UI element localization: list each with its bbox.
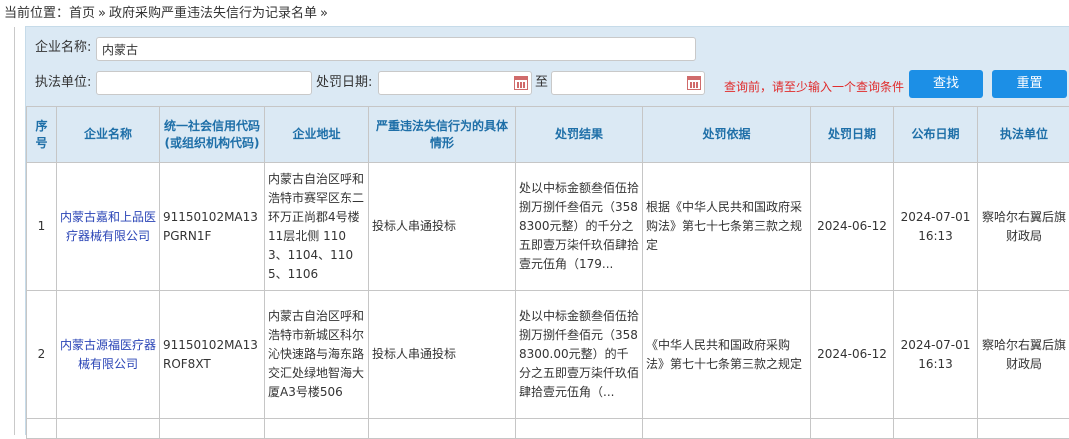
penalty-date: 2024-06-12: [811, 163, 894, 291]
date-to-label: 至: [535, 73, 548, 93]
date-from-input[interactable]: [378, 71, 532, 95]
row-index: 2: [27, 291, 57, 419]
table-header-row: 序号 企业名称 统一社会信用代码(或组织机构代码) 企业地址 严重违法失信行为的…: [27, 107, 1069, 163]
breadcrumb-prefix: 当前位置：: [4, 6, 69, 21]
company-link[interactable]: 内蒙古嘉和上品医疗器械有限公司: [57, 163, 160, 291]
table-row: 1 内蒙古嘉和上品医疗器械有限公司 91150102MA13PGRN1F 内蒙古…: [27, 163, 1069, 291]
agency-input[interactable]: [96, 71, 312, 95]
company-address: 内蒙古自治区呼和浩特市赛罕区东二环万正尚郡4号楼11层北侧 1103、1104、…: [265, 163, 369, 291]
agency-label: 执法单位:: [35, 73, 91, 93]
breadcrumb-trail-separator: »: [320, 6, 328, 21]
header-index: 序号: [27, 107, 57, 163]
breadcrumb-separator: »: [98, 6, 106, 21]
query-hint: 查询前，请至少输入一个查询条件: [724, 79, 904, 95]
company-name-label: 企业名称:: [35, 38, 91, 58]
header-publish-date: 公布日期: [894, 107, 978, 163]
credit-code: 91150102MA13PGRN1F: [160, 163, 265, 291]
company-address: 内蒙古自治区呼和浩特市新城区科尔沁快速路与海东路交汇处绿地智海大厦A3号楼506: [265, 291, 369, 419]
calendar-icon[interactable]: [514, 76, 528, 90]
enforcement-agency: 察哈尔右翼后旗财政局: [978, 163, 1069, 291]
publish-date: 2024-07-01 16:13: [894, 291, 978, 419]
left-divider: [14, 27, 15, 435]
enforcement-agency: 察哈尔右翼后旗财政局: [978, 291, 1069, 419]
search-button[interactable]: 查找: [909, 70, 983, 98]
penalty-result: 处以中标金额叁佰伍拾捌万捌仟叁佰元（3588300元整）的千分之五即壹万柒仟玖佰…: [516, 163, 643, 291]
reset-button[interactable]: 重置: [992, 70, 1067, 98]
header-behavior: 严重违法失信行为的具体情形: [369, 107, 516, 163]
row-index: 1: [27, 163, 57, 291]
header-credit-code: 统一社会信用代码(或组织机构代码): [160, 107, 265, 163]
company-name-input[interactable]: [96, 37, 696, 61]
breadcrumb-home-link[interactable]: 首页: [69, 6, 95, 21]
behavior: 投标人串通投标: [369, 163, 516, 291]
header-basis: 处罚依据: [643, 107, 811, 163]
header-penalty-date: 处罚日期: [811, 107, 894, 163]
header-agency: 执法单位: [978, 107, 1069, 163]
penalty-basis: 《中华人民共和国政府采购法》第七十七条第三款之规定: [643, 291, 811, 419]
company-link[interactable]: 内蒙古源福医疗器械有限公司: [57, 291, 160, 419]
table-row: 2 内蒙古源福医疗器械有限公司 91150102MA13ROF8XT 内蒙古自治…: [27, 291, 1069, 419]
publish-date: 2024-07-01 16:13: [894, 163, 978, 291]
behavior: 投标人串通投标: [369, 291, 516, 419]
breadcrumb-current-link[interactable]: 政府采购严重违法失信行为记录名单: [109, 6, 317, 21]
date-to-input[interactable]: [551, 71, 705, 95]
header-company: 企业名称: [57, 107, 160, 163]
penalty-date-label: 处罚日期:: [316, 73, 372, 93]
calendar-icon[interactable]: [687, 76, 701, 90]
search-panel: 企业名称: 执法单位: 处罚日期: 至 查询前，请至少输入一个查询条件 查找 重…: [26, 27, 1069, 106]
penalty-basis: 根据《中华人民共和国政府采购法》第七十七条第三款之规定: [643, 163, 811, 291]
penalty-result: 处以中标金额叁佰伍拾捌万捌仟叁佰元（3588300.00元整）的千分之五即壹万柒…: [516, 291, 643, 419]
header-result: 处罚结果: [516, 107, 643, 163]
table-row-partial: [27, 419, 1069, 439]
content-panel: 企业名称: 执法单位: 处罚日期: 至 查询前，请至少输入一个查询条件 查找 重…: [25, 26, 1069, 435]
penalty-date: 2024-06-12: [811, 291, 894, 419]
breadcrumb: 当前位置：首页»政府采购严重违法失信行为记录名单»: [4, 5, 331, 23]
header-address: 企业地址: [265, 107, 369, 163]
credit-code: 91150102MA13ROF8XT: [160, 291, 265, 419]
result-table: 序号 企业名称 统一社会信用代码(或组织机构代码) 企业地址 严重违法失信行为的…: [26, 106, 1069, 439]
